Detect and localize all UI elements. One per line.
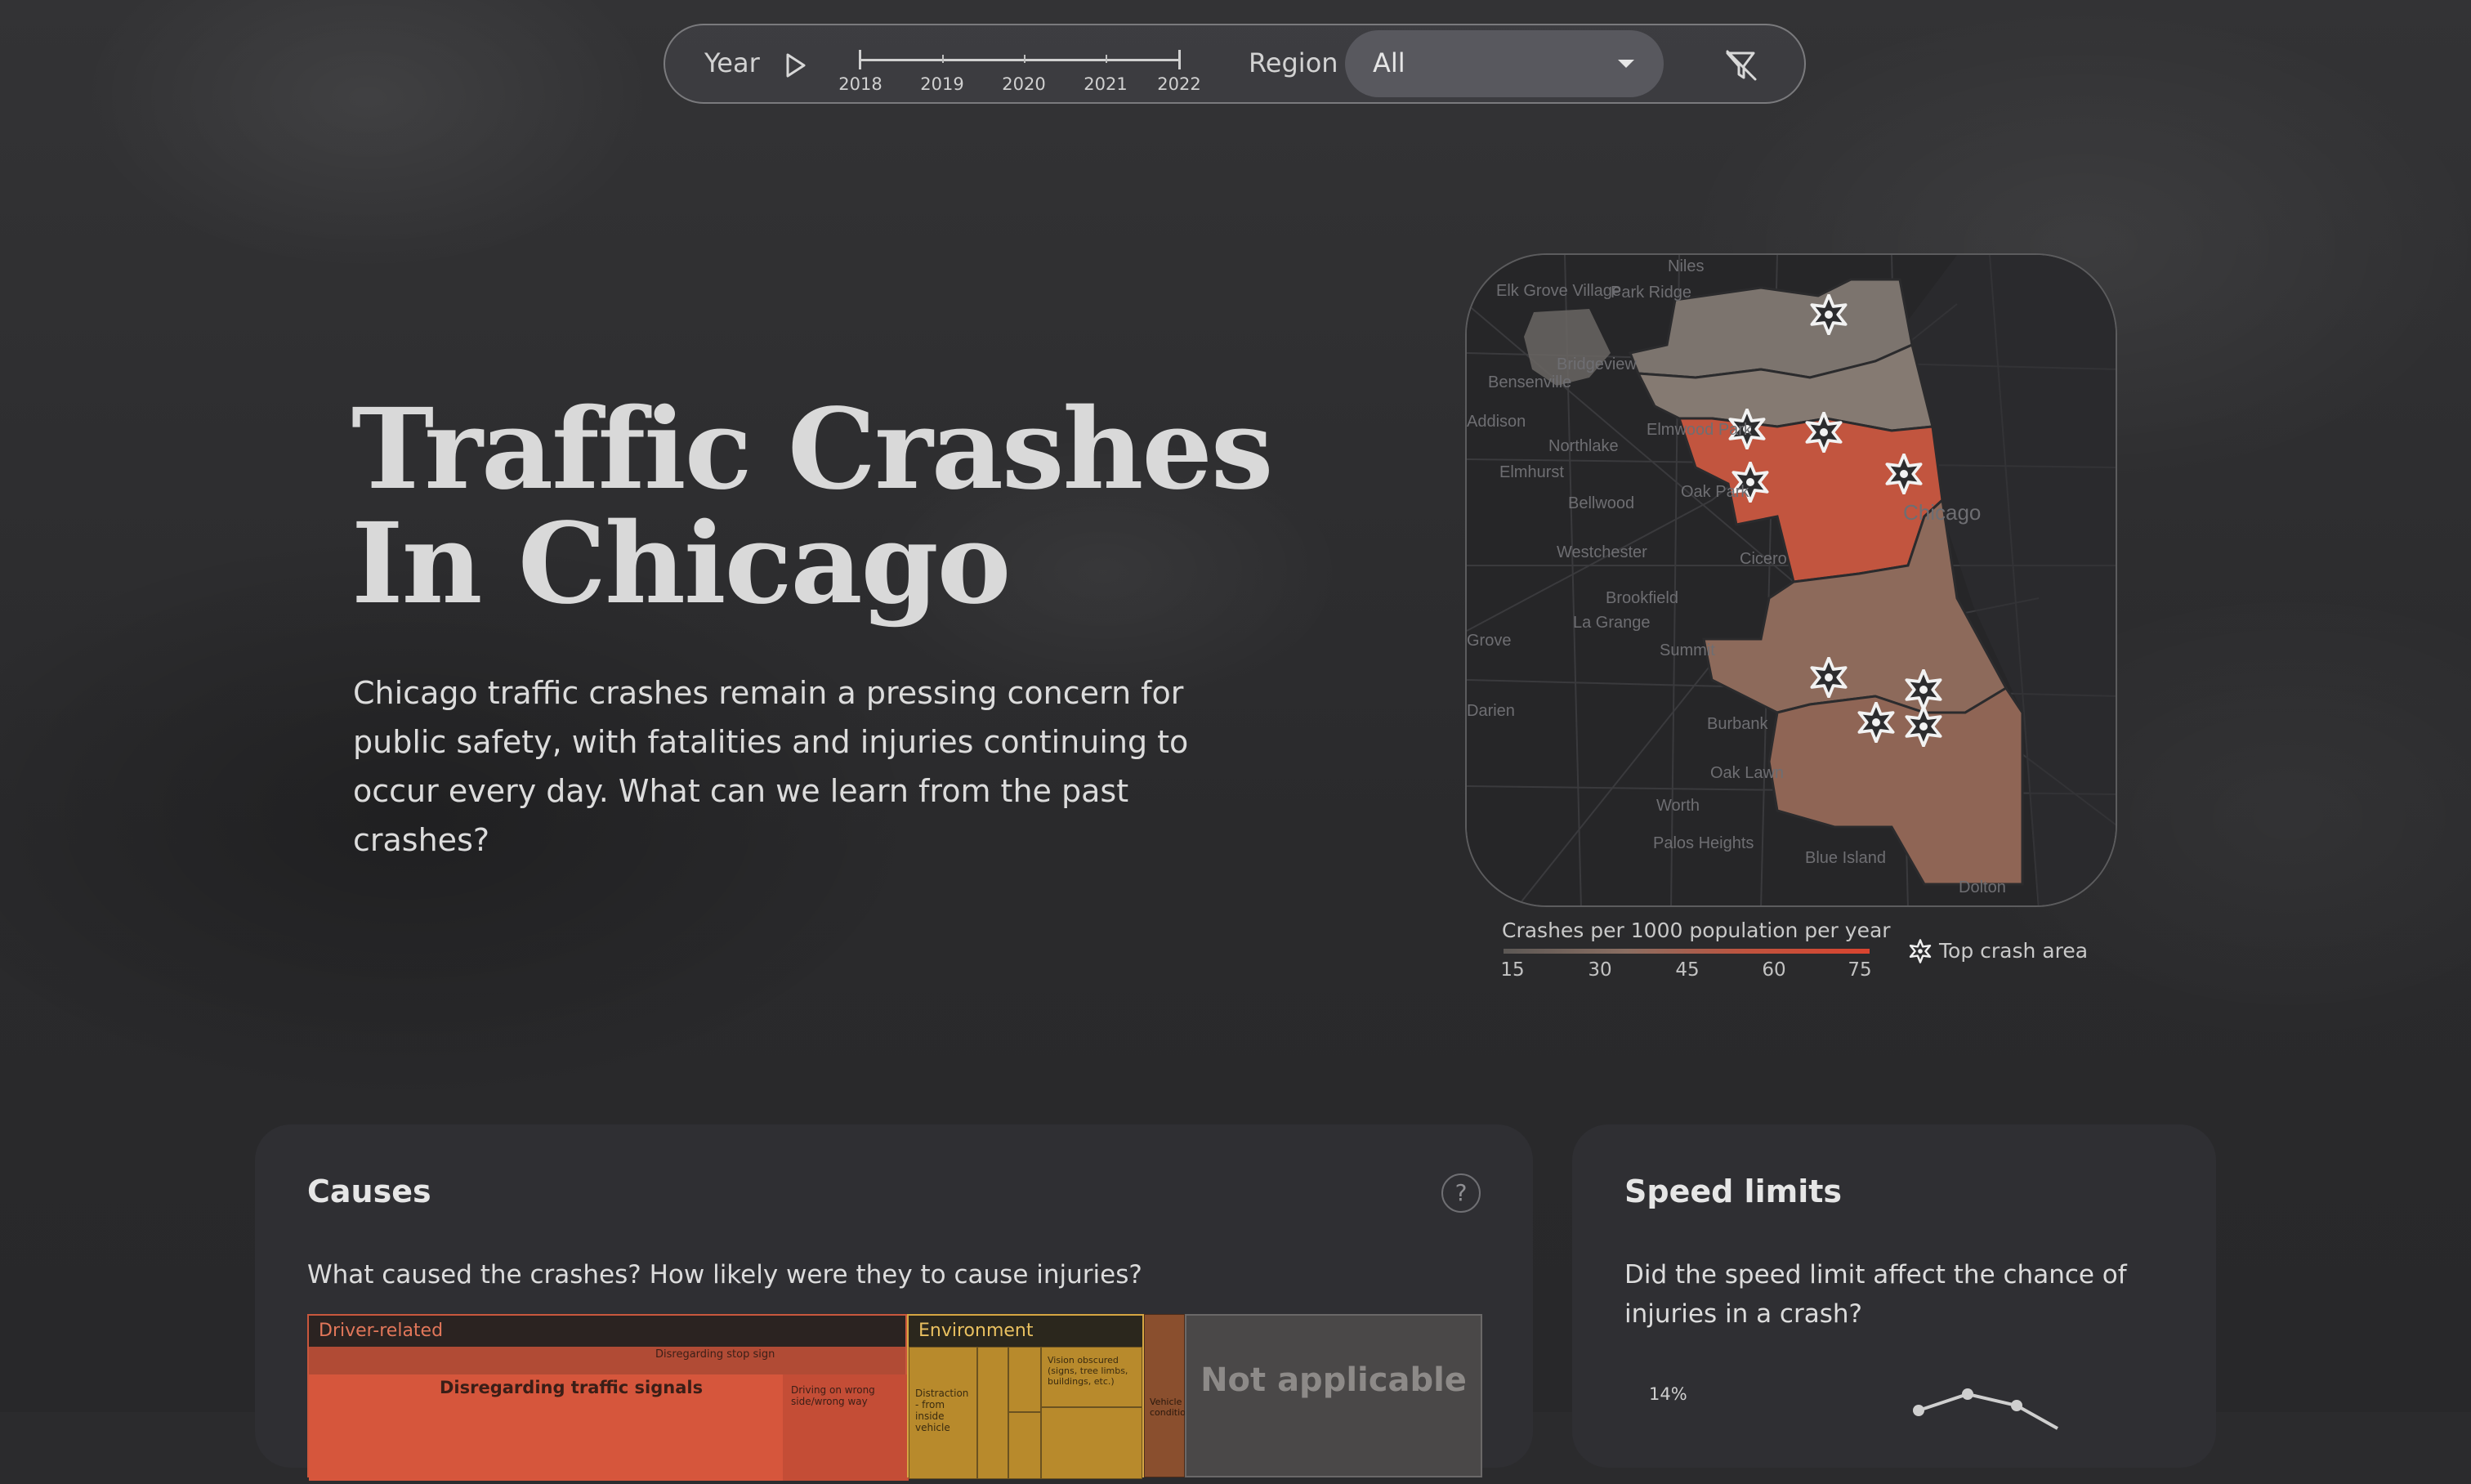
speed-title: Speed limits — [1624, 1173, 1842, 1209]
year-slider[interactable]: 2018 2019 2020 2021 2022 — [838, 43, 1201, 94]
legend-tick: 30 — [1588, 959, 1612, 981]
treemap-cell-label: Driving on wrong side/wrong way — [791, 1384, 875, 1407]
speed-question: Did the speed limit affect the chance of… — [1624, 1260, 2127, 1329]
page-title: Traffic Crashes In Chicago — [351, 392, 1273, 621]
place-label: Worth — [1656, 797, 1700, 815]
top-crash-area-icon — [1909, 939, 1932, 963]
place-label: Darien — [1467, 702, 1515, 720]
treemap-cell-label: Disregarding stop sign — [655, 1348, 775, 1361]
speed-point[interactable] — [2011, 1400, 2022, 1411]
year-tick — [1024, 55, 1025, 63]
treemap-group-not-applicable[interactable]: Not applicable — [1185, 1314, 1482, 1477]
treemap-group-vehicle[interactable]: Vehicle condition — [1144, 1314, 1191, 1477]
help-icon[interactable]: ? — [1441, 1173, 1481, 1213]
year-tick-label: 2020 — [1002, 74, 1046, 94]
place-label: Park Ridge — [1611, 284, 1691, 302]
speed-line — [1913, 1388, 2058, 1430]
causes-treemap[interactable]: Driver-related Disregarding stop sign Di… — [307, 1314, 1482, 1481]
clear-filter-icon[interactable] — [1723, 47, 1760, 84]
place-label: Westchester — [1557, 543, 1647, 561]
speed-chart[interactable]: 14% — [1624, 1370, 2164, 1484]
crash-map[interactable]: Niles Park Ridge Elk Grove Village Bense… — [1465, 253, 2117, 907]
filter-toolbar: Year 2018 2019 2020 2021 2022 Region All — [664, 24, 1806, 104]
year-tick-label: 2022 — [1157, 74, 1201, 94]
legend-tick: 45 — [1675, 959, 1700, 981]
place-label: Blue Island — [1805, 849, 1886, 867]
place-label: Niles — [1668, 257, 1704, 275]
year-tick — [1106, 55, 1107, 63]
speed-limits-card: Speed limits Did the speed limit affect … — [1572, 1124, 2216, 1468]
treemap-cell[interactable] — [1008, 1347, 1041, 1412]
treemap-group-driver[interactable]: Driver-related Disregarding stop sign Di… — [307, 1314, 909, 1481]
map-canvas[interactable]: Niles Park Ridge Elk Grove Village Bense… — [1467, 255, 2117, 907]
map-legend: Crashes per 1000 population per year 15 … — [1500, 919, 1890, 984]
legend-color-scale — [1504, 949, 1870, 954]
year-tick — [942, 55, 944, 63]
treemap-cell-label: Disregarding traffic signals — [440, 1378, 704, 1397]
treemap-group-environment[interactable]: Environment Distraction - from inside ve… — [907, 1314, 1144, 1479]
causes-question: What caused the crashes? How likely were… — [307, 1260, 1142, 1290]
place-label: Cicero — [1740, 550, 1787, 568]
place-label: Oak Lawn — [1710, 764, 1784, 782]
speed-point[interactable] — [1913, 1405, 1924, 1416]
place-label: Elmhurst — [1499, 463, 1564, 481]
region-label: Region — [1249, 47, 1338, 78]
place-label: Grove — [1467, 632, 1511, 650]
treemap-group-label: Not applicable — [1200, 1361, 1467, 1399]
page-title-line1: Traffic Crashes — [351, 384, 1273, 515]
year-tick-label: 2018 — [838, 74, 882, 94]
year-tick-label: 2021 — [1084, 74, 1128, 94]
treemap-cell[interactable] — [1041, 1407, 1142, 1479]
place-label: Brookfield — [1606, 589, 1678, 607]
year-label: Year — [704, 47, 760, 78]
page-title-line2: In Chicago — [351, 498, 1011, 629]
causes-title: Causes — [307, 1173, 431, 1209]
place-label: Summit — [1660, 641, 1715, 659]
place-label: Bridgeview — [1557, 355, 1637, 373]
chevron-down-icon — [1618, 60, 1634, 68]
treemap-cell-label: Distraction - from inside vehicle — [915, 1388, 969, 1433]
place-label: Bellwood — [1568, 494, 1634, 512]
place-label: Northlake — [1548, 437, 1619, 455]
place-label: Dolton — [1959, 878, 2006, 896]
region-select-value: All — [1373, 47, 1405, 78]
year-slider-handle-start[interactable] — [859, 50, 861, 69]
place-label: Addison — [1467, 413, 1526, 431]
treemap-cell-label: Vision obscured (signs, tree limbs, buil… — [1048, 1355, 1128, 1387]
place-label: Chicago — [1903, 500, 1981, 525]
region-select[interactable]: All — [1345, 30, 1664, 97]
year-slider-track[interactable] — [860, 59, 1180, 61]
treemap-cell[interactable] — [1008, 1412, 1041, 1479]
place-label: Oak Park — [1681, 483, 1749, 501]
place-label: Bensenville — [1488, 373, 1571, 391]
legend-tick: 75 — [1848, 959, 1872, 981]
speed-point[interactable] — [1962, 1388, 1973, 1400]
play-icon[interactable] — [784, 52, 807, 78]
place-label: Elk Grove Village — [1496, 282, 1621, 300]
year-slider-handle-end[interactable] — [1178, 50, 1181, 69]
treemap-group-label: Driver-related — [319, 1321, 444, 1341]
causes-card: Causes ? What caused the crashes? How li… — [255, 1124, 1533, 1481]
treemap-cell[interactable] — [977, 1347, 1008, 1479]
treemap-cell[interactable] — [309, 1347, 905, 1374]
page-description: Chicago traffic crashes remain a pressin… — [353, 675, 1189, 858]
place-label: Palos Heights — [1653, 834, 1754, 852]
place-label: Elmwood Park — [1647, 421, 1753, 439]
treemap-group-label: Environment — [918, 1321, 1034, 1341]
legend-tick: 60 — [1762, 959, 1786, 981]
place-label: La Grange — [1573, 614, 1651, 632]
place-label: Burbank — [1707, 715, 1768, 733]
legend-top-crash-label: Top crash area — [1939, 939, 2089, 963]
legend-title: Crashes per 1000 population per year — [1502, 919, 1891, 942]
year-tick-label: 2019 — [920, 74, 964, 94]
legend-tick: 15 — [1500, 959, 1525, 981]
